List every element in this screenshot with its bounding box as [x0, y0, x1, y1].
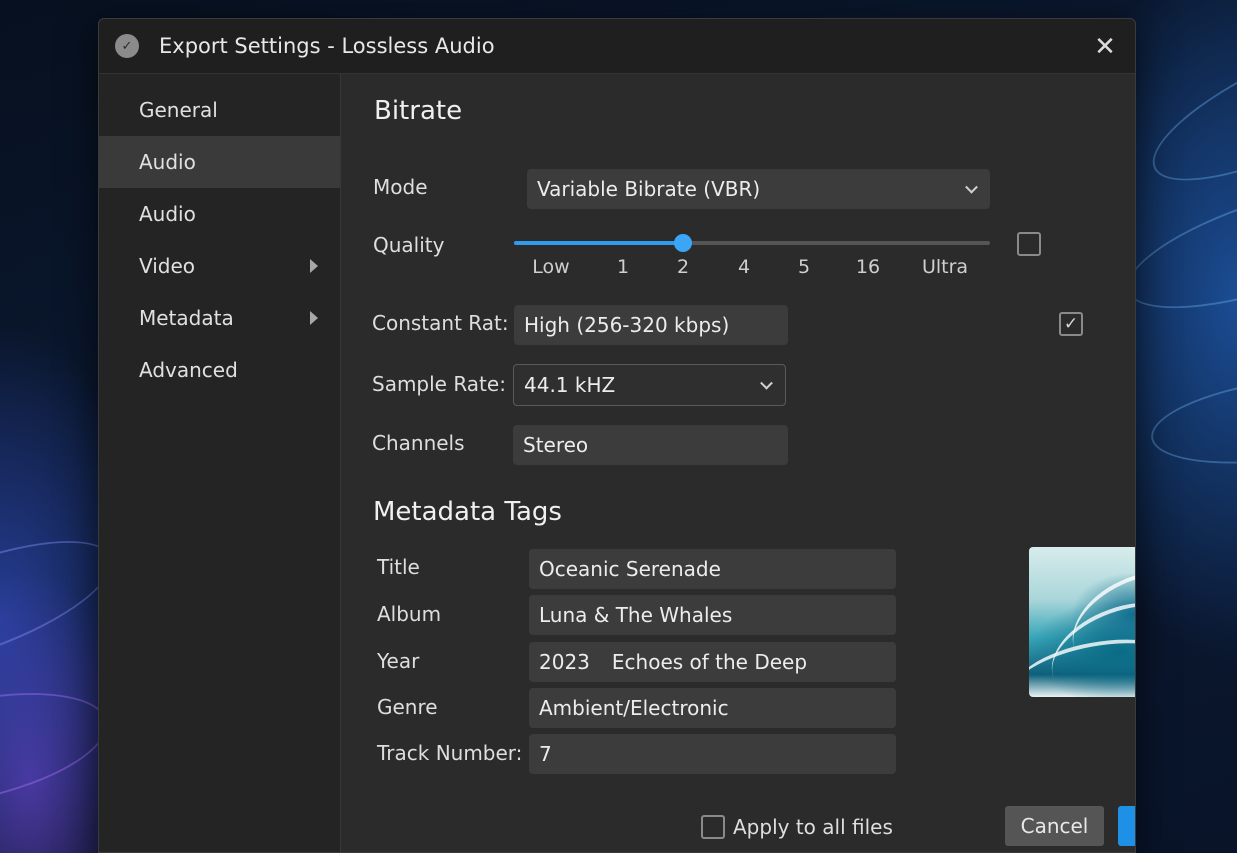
album-label: Album	[377, 602, 442, 626]
quality-tick-label: Low	[532, 256, 570, 278]
background-streak	[1135, 0, 1237, 210]
sidebar-item-general[interactable]: General	[99, 84, 340, 136]
chevron-right-icon	[310, 311, 318, 325]
quality-tick-label: 1	[616, 256, 630, 278]
shield-check-icon: ✓	[115, 34, 139, 58]
quality-checkbox[interactable]	[1017, 232, 1041, 256]
sidebar-item-audio[interactable]: Audio	[99, 136, 340, 188]
sidebar-item-audio-2[interactable]: Audio	[99, 188, 340, 240]
year-extra-text: Echoes of the Deep	[611, 650, 808, 674]
chevron-down-icon	[760, 376, 773, 390]
export-settings-dialog: ✓ Export Settings - Lossless Audio ✕ Gen…	[98, 18, 1136, 853]
mode-select[interactable]: Variable Bibrate (VBR)	[527, 169, 990, 209]
sidebar-item-label: Metadata	[139, 306, 234, 330]
checkmark-icon: ✓	[1063, 314, 1079, 334]
channels-label: Channels	[372, 431, 465, 455]
quality-tick-label: Ultra	[921, 256, 969, 278]
chevron-right-icon	[310, 259, 318, 273]
sample-rate-select[interactable]: 44.1 kHZ	[513, 364, 786, 406]
album-input[interactable]: Luna & The Whales	[529, 595, 896, 635]
settings-panel: Bitrate Mode Variable Bibrate (VBR) Qual…	[341, 74, 1135, 852]
close-button[interactable]: ✕	[1087, 29, 1123, 65]
quality-tick-label: 5	[797, 256, 811, 278]
constant-rate-label: Constant Rat:	[372, 311, 509, 335]
quality-slider-fill	[514, 241, 683, 245]
cancel-button[interactable]: Cancel	[1005, 806, 1104, 846]
quality-slider[interactable]	[514, 234, 990, 252]
year-value: 2023	[539, 650, 590, 674]
title-value: Oceanic Serenade	[539, 557, 721, 581]
constant-rate-value: High (256-320 kbps)	[524, 313, 730, 337]
sample-rate-value: 44.1 kHZ	[524, 373, 616, 397]
apply-all-label: Apply to all files	[733, 815, 893, 839]
background-streak	[1145, 362, 1237, 478]
channels-value: Stereo	[523, 433, 589, 457]
sidebar: General Audio Audio Video Metadata Advan…	[99, 74, 341, 852]
title-bar: ✓ Export Settings - Lossless Audio ✕	[99, 19, 1135, 74]
window-title: Export Settings - Lossless Audio	[159, 34, 495, 58]
sidebar-item-label: Audio	[139, 202, 196, 226]
title-label: Title	[377, 555, 420, 579]
sidebar-item-metadata[interactable]: Metadata	[99, 292, 340, 344]
genre-input[interactable]: Ambient/Electronic	[529, 688, 896, 728]
album-value: Luna & The Whales	[539, 603, 733, 627]
year-input[interactable]: 2023 Echoes of the Deep	[529, 642, 896, 682]
apply-all-checkbox[interactable]	[701, 815, 725, 839]
track-number-value: 7	[539, 742, 552, 766]
sidebar-item-label: Audio	[139, 150, 196, 174]
quality-label: Quality	[373, 233, 445, 257]
track-number-input[interactable]: 7	[529, 734, 896, 774]
metadata-heading: Metadata Tags	[373, 497, 562, 527]
constant-rate-checkbox[interactable]: ✓	[1059, 312, 1083, 336]
title-input[interactable]: Oceanic Serenade	[529, 549, 896, 589]
quality-tick-label: 2	[676, 256, 690, 278]
chevron-down-icon	[965, 180, 978, 194]
sample-rate-label: Sample Rate:	[372, 372, 506, 396]
channels-field[interactable]: Stereo	[513, 425, 788, 465]
sidebar-item-label: Advanced	[139, 358, 238, 382]
mode-label: Mode	[373, 175, 428, 199]
genre-value: Ambient/Electronic	[539, 696, 729, 720]
close-icon: ✕	[1094, 32, 1116, 62]
sidebar-item-label: Video	[139, 254, 196, 278]
sidebar-item-label: General	[139, 98, 218, 122]
quality-slider-thumb[interactable]	[674, 234, 692, 252]
sidebar-item-video[interactable]: Video	[99, 240, 340, 292]
track-number-label: Track Number:	[377, 741, 523, 765]
genre-label: Genre	[377, 695, 438, 719]
album-art[interactable]	[1029, 547, 1135, 697]
year-label: Year	[377, 649, 420, 673]
constant-rate-field[interactable]: High (256-320 kbps)	[514, 305, 788, 345]
bitrate-heading: Bitrate	[374, 96, 463, 126]
mode-value: Variable Bibrate (VBR)	[537, 177, 761, 201]
ok-button[interactable]: OK	[1118, 806, 1135, 846]
quality-tick-label: 4	[737, 256, 751, 278]
quality-tick-label: 16	[855, 256, 881, 278]
sidebar-item-advanced[interactable]: Advanced	[99, 344, 340, 396]
